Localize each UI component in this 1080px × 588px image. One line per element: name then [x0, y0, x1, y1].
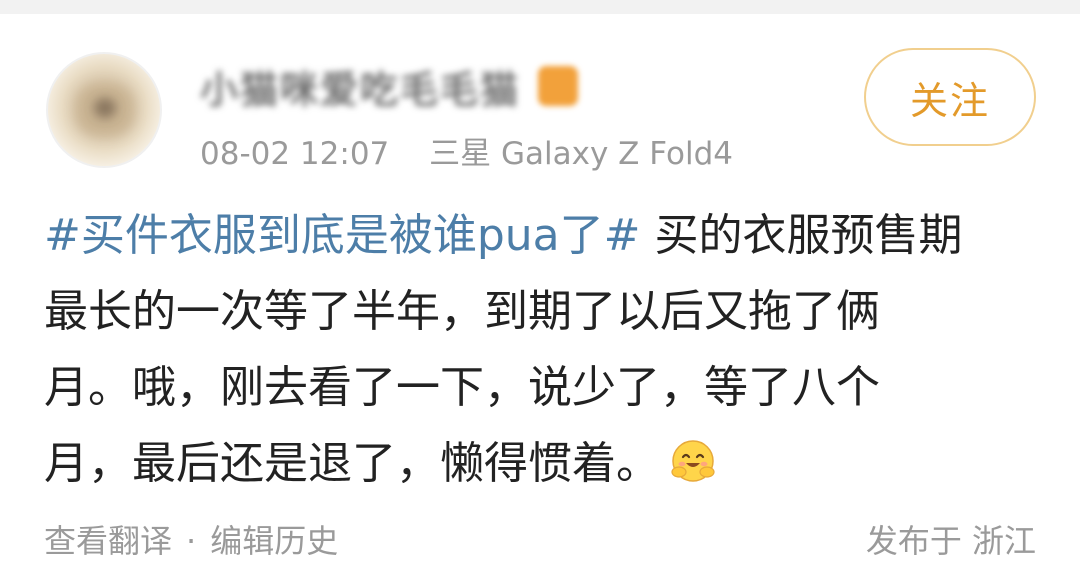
- translate-link[interactable]: 查看翻译: [44, 522, 172, 560]
- follow-button[interactable]: 关注: [864, 48, 1036, 146]
- post-text-line: 月，最后还是退了，懒得惯着。: [44, 438, 660, 489]
- post-text-line: 最长的一次等了半年，到期了以后又拖了俩: [44, 286, 880, 337]
- vip-badge-icon: [538, 66, 579, 106]
- post-location: 发布于 浙江: [865, 522, 1036, 560]
- post-text-line: 买的衣服预售期: [640, 210, 963, 261]
- footer-actions: 查看翻译 · 编辑历史: [44, 516, 338, 562]
- hashtag-link[interactable]: #买件衣服到底是被谁pua了#: [44, 210, 641, 261]
- hug-emoji-icon: [671, 440, 715, 482]
- post-device: 三星 Galaxy Z Fold4: [429, 136, 733, 172]
- post-time: 08-02 12:07: [200, 136, 390, 172]
- post-line-4: 月，最后还是退了，懒得惯着。: [44, 426, 1044, 502]
- user-avatar[interactable]: [46, 52, 162, 168]
- footer-separator: ·: [186, 522, 197, 560]
- top-strip: [0, 0, 1080, 14]
- avatar-blur-center: [94, 98, 116, 118]
- post-body: #买件衣服到底是被谁pua了# 买的衣服预售期 最长的一次等了半年，到期了以后又…: [44, 198, 1044, 502]
- post-meta: 08-02 12:07 三星 Galaxy Z Fold4: [200, 128, 733, 173]
- edit-history-link[interactable]: 编辑历史: [210, 522, 338, 560]
- user-name[interactable]: 小猫咪爱吃毛毛猫: [200, 59, 520, 114]
- user-name-row[interactable]: 小猫咪爱吃毛毛猫: [200, 59, 579, 114]
- post-text-line: 月。哦，刚去看了一下，说少了，等了八个: [44, 362, 880, 413]
- post-line-1: #买件衣服到底是被谁pua了# 买的衣服预售期: [44, 198, 1044, 274]
